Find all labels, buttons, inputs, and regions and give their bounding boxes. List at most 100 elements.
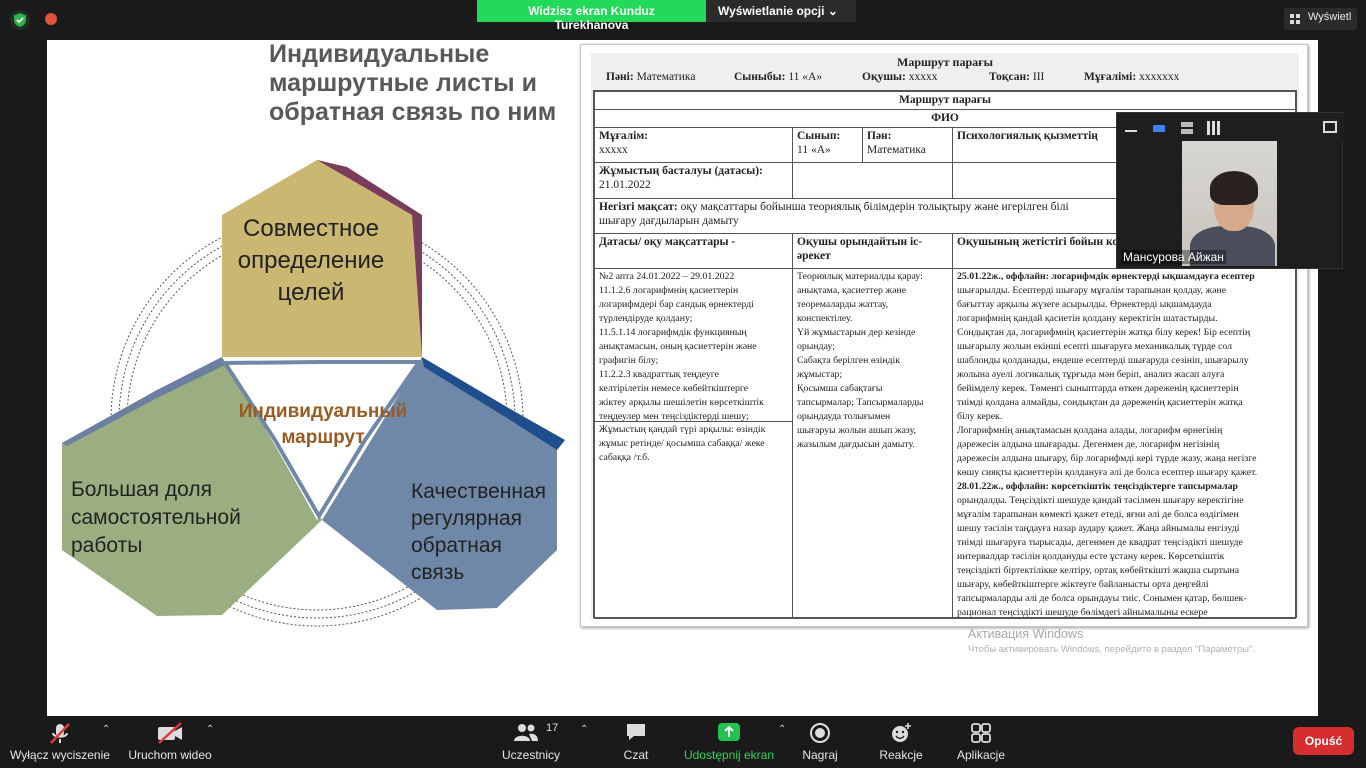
- windows-activation-title: Активация Windows: [968, 627, 1084, 641]
- col3-line: теңсіздікті біртектілікке келтіру, ортақ…: [957, 565, 1240, 576]
- participant-hair: [1210, 171, 1258, 205]
- col2-line: шығаруы жолын ашып жазу,: [797, 425, 916, 436]
- col2-line: теоремаларды жаттау,: [797, 299, 889, 310]
- participant-name: Мансурова Айжан: [1121, 250, 1226, 264]
- col3-line: тапсырмаларды әлі де болса орындауы тиіс…: [957, 593, 1247, 604]
- screen-share-banner: Widzisz ekran Kunduz Turekhanova Wyświet…: [477, 0, 856, 32]
- class-label: Сыныбы:: [734, 71, 786, 83]
- apps-label: Aplikacje: [956, 748, 1006, 762]
- share-caret-icon[interactable]: ⌃: [778, 724, 786, 735]
- col3-line: орындалды. Теңсіздікті шешуде қандай тәс…: [957, 495, 1244, 506]
- center-text-line-1: Индивидуальный: [239, 401, 408, 422]
- col1-lower-line: сабаққа /т.б.: [599, 452, 650, 463]
- start-video-button[interactable]: Uruchom wideo: [124, 716, 216, 768]
- view-options-label: Wyświetlanie opcji: [718, 4, 825, 18]
- subject-value: Математика: [636, 71, 696, 83]
- record-label: Nagraj: [802, 748, 838, 762]
- self-view-window[interactable]: Мансурова Айжан: [1116, 112, 1344, 269]
- col1-lower-line: Жұмыстың қандай түрі арқылы: өзіндік: [599, 424, 766, 435]
- audio-options-caret-icon[interactable]: ⌃: [102, 724, 110, 735]
- start-date-value: 21.01.2022: [599, 179, 651, 191]
- leave-meeting-button[interactable]: Opuść: [1293, 727, 1354, 755]
- goal-text-line-3: целей: [278, 279, 345, 306]
- col2-line: тапсырмалар; Тапсырмаларды: [797, 397, 924, 408]
- teacher-cell-value: xxxxx: [599, 144, 628, 156]
- participant-video: [1182, 141, 1277, 266]
- col1-line: №2 апта 24.01.2022 – 29.01.2022: [599, 271, 735, 282]
- reactions-button[interactable]: Reakcje: [876, 716, 926, 768]
- col1-line: логарифмдері бар сандық өрнектерді: [599, 299, 754, 310]
- subject-cell-value: Математика: [867, 144, 926, 156]
- col1-lower-line: жұмыс ретінде/ қосымша сабаққа/ жеке: [599, 438, 765, 449]
- col3-line: шаблонды қолданады, ендеше есептерді шығ…: [957, 355, 1249, 366]
- col2-header: Оқушы орындайтын іс-әрекет: [792, 233, 953, 269]
- video-options-caret-icon[interactable]: ⌃: [206, 724, 214, 735]
- subject-cell-label: Пән:: [867, 130, 892, 142]
- chat-button[interactable]: Czat: [614, 716, 658, 768]
- col2-line: жазылым дағдысын дамыту.: [797, 439, 915, 450]
- participants-icon: [514, 724, 538, 741]
- col3-line: шешу тәсілін таңдауға назар аудару қажет…: [957, 523, 1240, 534]
- subject-label: Пәні:: [606, 71, 634, 83]
- class-cell: Сынып: 11 «А»: [792, 127, 863, 163]
- class-value: 11 «А»: [788, 71, 823, 83]
- start-date-label: Жұмыстың басталуы (датасы):: [599, 165, 763, 177]
- recording-indicator-icon: [45, 13, 57, 25]
- goal-value: оқу мақсаттары бойынша теориялық білімде…: [680, 201, 1069, 213]
- exit-fullscreen-icon[interactable]: [1323, 121, 1337, 133]
- teacher-value: xxxxxxx: [1139, 71, 1180, 83]
- col3-line: тиімді шығаруға тырысады, дегенмен де кв…: [957, 537, 1243, 548]
- apps-button[interactable]: Aplikacje: [954, 716, 1008, 768]
- unmute-label: Wyłącz wyciszenie: [10, 748, 110, 762]
- empty-cell: [792, 162, 953, 199]
- participants-count: 17: [546, 722, 559, 734]
- minimize-icon[interactable]: [1125, 130, 1137, 132]
- record-button[interactable]: Nagraj: [798, 716, 842, 768]
- speaker-view-icon[interactable]: [1153, 125, 1165, 132]
- col2-line: Қосымша сабақтағы: [797, 383, 883, 394]
- view-button-label: Wyświetl: [1308, 11, 1352, 23]
- col3-line: бағыттау арқылы жүзеге асырылды. Өрнекте…: [957, 299, 1212, 310]
- feedback-text-line-3: обратная: [411, 534, 502, 557]
- self-view-toolbar: [1117, 113, 1344, 141]
- chat-icon: [627, 724, 645, 740]
- grid-view-icon: [1290, 14, 1300, 24]
- col3-line: шығарылды. Есептерді шығару мұғалім тара…: [957, 285, 1227, 296]
- security-shield-icon[interactable]: [10, 10, 30, 30]
- col3-line: білу керек.: [957, 411, 1003, 422]
- share-screen-label: Udostępnij ekran: [683, 748, 775, 762]
- gallery-view-icon[interactable]: [1207, 121, 1221, 135]
- col1-line: 11.5.1.14 логарифмдік функцияның: [599, 327, 747, 338]
- col3-line: көшу сияқты қасиеттерін қолдануға әлі де…: [957, 467, 1258, 478]
- col3-body: 25.01.22ж., оффлайн: логарифмдік өрнекте…: [952, 268, 1296, 619]
- view-options-button[interactable]: Wyświetlanie opcji ⌄: [706, 0, 856, 22]
- col3-line: логарифмнің қандай қасиетін қолдану кере…: [957, 313, 1218, 324]
- view-button[interactable]: Wyświetl: [1284, 8, 1358, 30]
- independent-text-line-2: самостоятельной: [71, 506, 241, 529]
- col3-line: жолына әуелі логикалық тұрғыда мән беріп…: [957, 369, 1225, 380]
- col1-body: №2 апта 24.01.2022 – 29.01.2022 11.1.2.6…: [594, 268, 793, 422]
- independent-text-line-1: Большая доля: [71, 478, 212, 501]
- participants-button[interactable]: 17 Uczestnicy: [498, 716, 564, 768]
- col1-line: келтірілетін немесе көбейткіштерге: [599, 383, 749, 394]
- windows-activation-hint: Чтобы активировать Windows, перейдите в …: [968, 644, 1255, 655]
- student-label: Оқушы:: [862, 71, 906, 83]
- teacher-cell-label: Мұғалім:: [599, 130, 648, 142]
- student-value: xxxxx: [908, 71, 938, 83]
- col3-line: бейімделу керек. Төменгі сыныптарда өтке…: [957, 383, 1239, 394]
- col1-line: графигін білу;: [599, 355, 659, 366]
- participants-caret-icon[interactable]: ⌃: [580, 724, 588, 735]
- video-off-icon: [158, 722, 182, 744]
- share-screen-button[interactable]: Udostępnij ekran: [682, 716, 776, 768]
- top-bar: Widzisz ekran Kunduz Turekhanova Wyświet…: [0, 0, 1366, 40]
- unmute-button[interactable]: Wyłącz wyciszenie: [8, 716, 112, 768]
- col2-line: конспектілеу.: [797, 313, 853, 324]
- share-screen-icon: [718, 723, 740, 741]
- strip-view-icon[interactable]: [1181, 122, 1193, 134]
- col3-line: шығару, көбейткіштерге жіктеуге байланыс…: [957, 579, 1209, 590]
- apps-icon: [971, 723, 991, 743]
- chat-label: Czat: [623, 748, 649, 762]
- col3-line: рационал теңсіздікті шешуде бөлімдегі ай…: [957, 607, 1208, 618]
- quarter-value: III: [1032, 71, 1045, 83]
- class-cell-value: 11 «А»: [797, 144, 831, 156]
